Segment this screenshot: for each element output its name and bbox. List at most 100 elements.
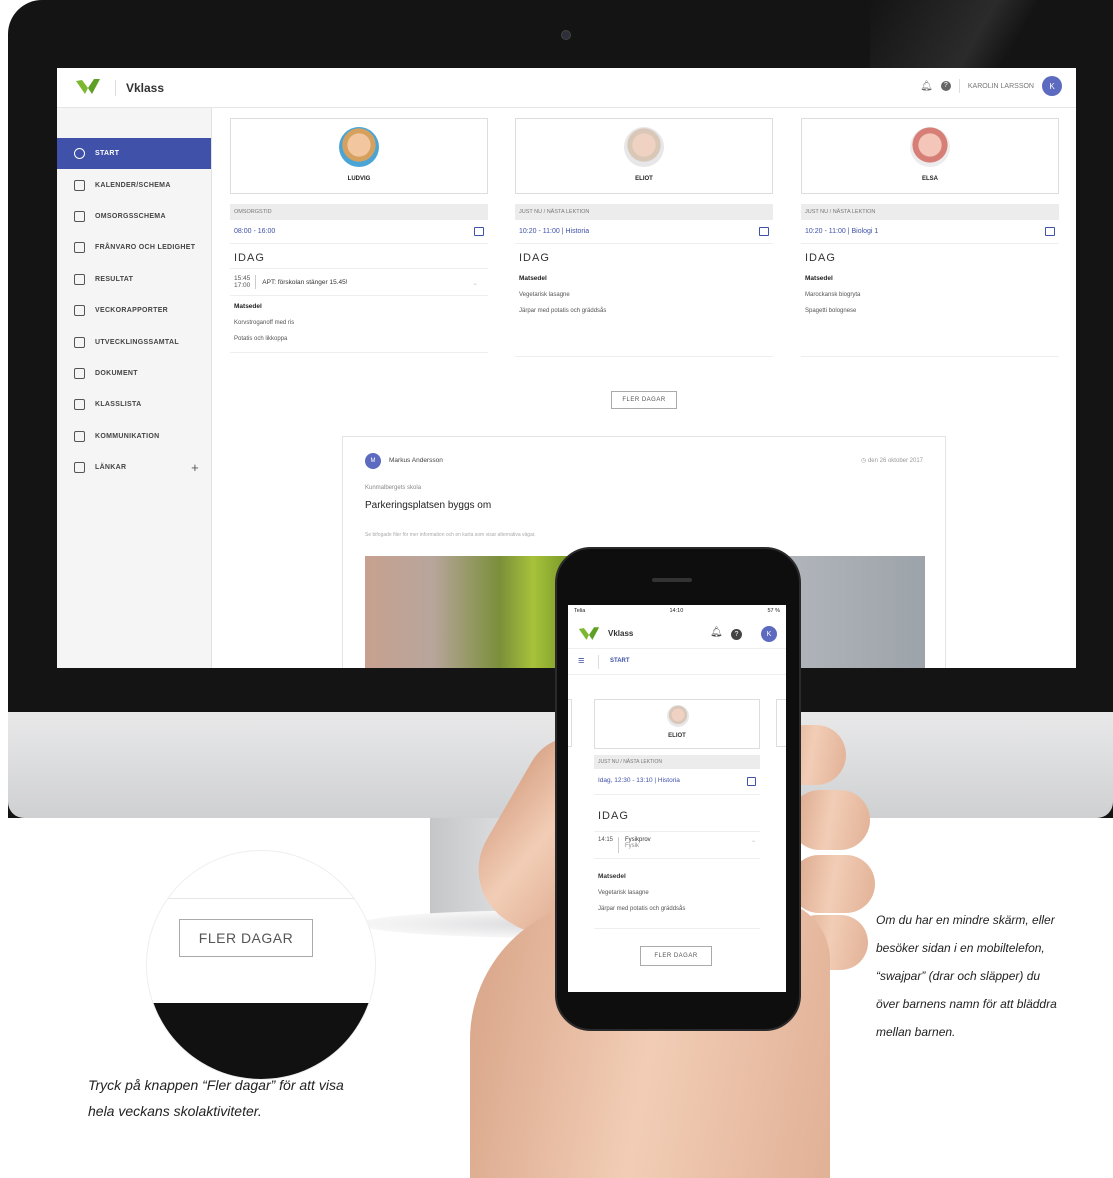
sidebar-item-frånvaro-och-ledighet[interactable]: FRÅNVARO OCH LEDIGHET [57, 232, 211, 263]
user-avatar[interactable]: K [761, 626, 777, 642]
more-days-button-zoomed[interactable]: FLER DAGAR [179, 919, 313, 957]
divider [594, 928, 760, 929]
menu-icon[interactable]: ≡ [578, 655, 584, 667]
people-icon [74, 336, 85, 348]
child-avatar [339, 127, 379, 167]
calendar-icon[interactable] [759, 227, 769, 236]
post-body: Se bifogade filer för mer information oc… [365, 532, 536, 538]
sidebar-item-utvecklingssamtal[interactable]: UTVECKLINGSSAMTAL [57, 326, 211, 357]
phone-brand: Vklass [608, 629, 634, 638]
zoom-divider [147, 851, 375, 899]
bell-icon[interactable]: 🔔︎ [710, 627, 723, 638]
user-avatar[interactable]: K [1042, 76, 1062, 96]
hand-finger [790, 855, 875, 913]
phone-speaker [652, 578, 692, 582]
post-author[interactable]: Markus Andersson [389, 457, 443, 464]
phone-time: 14:10 [669, 608, 684, 614]
hand-finger [790, 790, 870, 850]
child-name: ELIOT [668, 733, 686, 739]
sidebar-item-label: UTVECKLINGSSAMTAL [95, 338, 179, 346]
sidebar-item-label: FRÅNVARO OCH LEDIGHET [95, 244, 196, 252]
sidebar-item-veckorapporter[interactable]: VECKORAPPORTER [57, 295, 211, 326]
sidebar-item-kalender-schema[interactable]: KALENDER/SCHEMA [57, 169, 211, 200]
menu-item: Marockansk biogryta [805, 292, 861, 298]
today-heading: IDAG [234, 252, 265, 264]
event-time: 14:15 [598, 837, 620, 853]
calendar-icon[interactable] [474, 227, 484, 236]
sidebar-item-omsorgsschema[interactable]: OMSORGSSCHEMA [57, 201, 211, 232]
calendar-icon[interactable] [747, 777, 756, 786]
brand-name: Vklass [115, 80, 164, 96]
post-source: Kunmalbergets skola [365, 485, 422, 491]
today-heading: IDAG [598, 810, 629, 822]
sidebar-item-resultat[interactable]: RESULTAT [57, 264, 211, 295]
lesson-time-row[interactable]: 10:20 - 11:00 | Biologi 1 [801, 220, 1059, 244]
nav-start[interactable]: START [610, 658, 630, 664]
help-icon[interactable]: ? [731, 629, 742, 640]
phone-screen: Telia 14:10 57 % Vklass 🔔︎ ? K ≡ START E… [568, 605, 786, 992]
sidebar-item-kommunikation[interactable]: KOMMUNIKATION [57, 421, 211, 452]
caption-left: Tryck på knappen “Fler dagar” för att vi… [88, 1072, 344, 1124]
caption-right: Om du har en mindre skärm, eller besöker… [876, 906, 1113, 1046]
sidebar-item-klasslista[interactable]: KLASSLISTA [57, 389, 211, 420]
next-child-card[interactable] [776, 699, 786, 747]
carrier: Telia [574, 608, 586, 614]
lesson-subject: Historia [565, 228, 590, 235]
vklass-logo-icon[interactable] [75, 78, 101, 96]
child-name: ELSA [921, 176, 938, 182]
post-date: den 26 oktober 2017 [867, 458, 923, 464]
lesson-time-row[interactable]: Idag, 12:30 - 13:10 | Historia [594, 777, 760, 795]
lesson-time-group: 10:20 - 11:00 | Biologi 1 [805, 228, 879, 235]
caption-right-line: Om du har en mindre skärm, eller [876, 913, 1055, 927]
vklass-logo-icon[interactable] [578, 626, 600, 642]
plus-icon[interactable]: + [191, 460, 199, 475]
chevron-down-icon[interactable]: ⌄ [751, 837, 756, 853]
more-days-button[interactable]: FLER DAGAR [640, 946, 712, 966]
calendar-icon[interactable] [1045, 227, 1055, 236]
event-row[interactable]: 14:15 Fysikprov Fysik ⌄ [594, 831, 760, 859]
sidebar-item-label: VECKORAPPORTER [95, 307, 169, 315]
child-card[interactable]: ELSA [801, 118, 1059, 194]
chevron-down-icon[interactable]: ⌄ [473, 275, 478, 289]
prev-child-card[interactable] [568, 699, 572, 747]
child-column-ludvig: LUDVIG OMSORGSTID 08:00 - 16:00 IDAG 15:… [230, 118, 488, 353]
care-time: 08:00 - 16:00 [234, 228, 276, 235]
child-card[interactable]: LUDVIG [230, 118, 488, 194]
bell-icon[interactable]: 🔔︎ [920, 81, 933, 92]
lesson-time-row[interactable]: 10:20 - 11:00 | Historia [515, 220, 773, 244]
child-column-eliot: ELIOT JUST NU / NÄSTA LEKTION 10:20 - 11… [515, 118, 773, 357]
event-text-group: Fysikprov Fysik [625, 837, 651, 853]
calendar-icon [74, 242, 85, 254]
grid-icon [74, 273, 85, 285]
user-name[interactable]: KAROLIN LARSSON [968, 83, 1034, 90]
menu-heading: Matsedel [234, 303, 262, 310]
sidebar-item-start[interactable]: START [57, 138, 211, 170]
event-row[interactable]: 15:45 17:00 APT: förskolan stänger 15.45… [230, 268, 488, 296]
link-icon [74, 462, 85, 474]
child-card[interactable]: ELIOT [515, 118, 773, 194]
lesson-time: 10:20 - 11:00 [519, 228, 560, 235]
sidebar-item-label: START [95, 150, 120, 158]
help-icon[interactable]: ? [940, 81, 951, 91]
sidebar-item-länkar[interactable]: LÄNKAR + [57, 452, 211, 483]
child-name: ELIOT [635, 176, 653, 182]
menu-heading: Matsedel [598, 873, 626, 880]
clock-icon: ◷ [861, 458, 868, 464]
menu-heading: Matsedel [519, 275, 547, 282]
more-days-button[interactable]: FLER DAGAR [611, 391, 677, 409]
lesson-time-group: Idag, 12:30 - 13:10 | Historia [598, 777, 680, 784]
section-label: OMSORGSTID [230, 204, 488, 220]
menu-item: Korvstroganoff med ris [234, 320, 295, 326]
calendar-icon [74, 179, 85, 191]
list-icon [74, 399, 85, 411]
care-time-row[interactable]: 08:00 - 16:00 [230, 220, 488, 244]
child-card[interactable]: ELIOT [594, 699, 760, 749]
sidebar-item-dokument[interactable]: DOKUMENT [57, 358, 211, 389]
sidebar-item-label: KLASSLISTA [95, 401, 142, 409]
today-heading: IDAG [519, 252, 550, 264]
menu-item: Järpar med potatis och gräddsås [598, 906, 686, 912]
author-avatar[interactable]: M [365, 453, 381, 469]
event-time: 15:45 17:00 [234, 275, 257, 289]
post-title[interactable]: Parkeringsplatsen byggs om [365, 500, 491, 511]
menu-item: Vegetarisk lasagne [598, 890, 649, 896]
